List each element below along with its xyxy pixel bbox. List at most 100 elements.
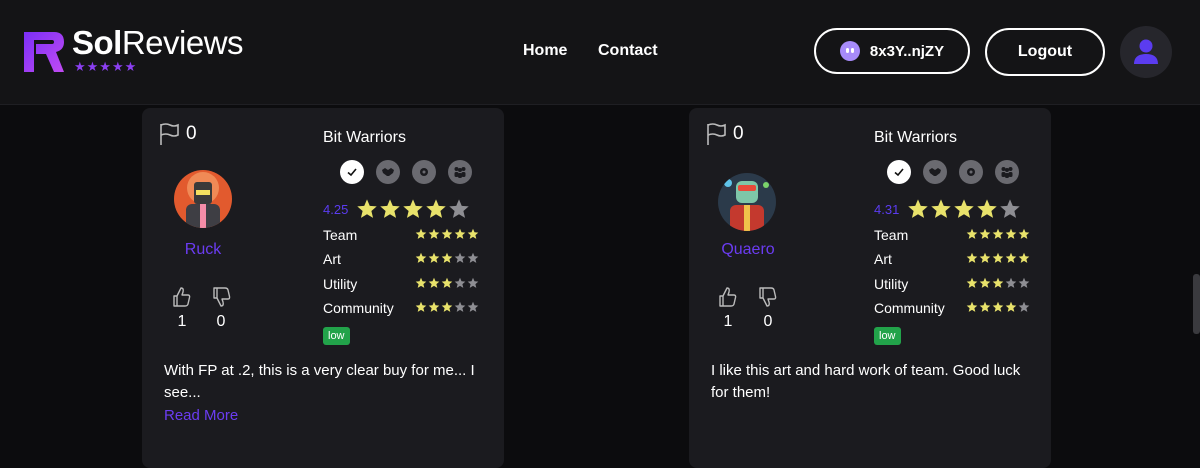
star-icon xyxy=(403,199,424,218)
risk-tag: low xyxy=(874,327,901,345)
star-icon xyxy=(428,277,440,288)
downvote-count: 0 xyxy=(763,313,773,330)
wallet-button[interactable]: 8x3Y..njZY xyxy=(814,28,970,74)
category-row-art: Art xyxy=(874,251,1034,267)
star-icon xyxy=(415,228,427,239)
flag-icon xyxy=(707,123,726,145)
star-icon xyxy=(467,252,479,263)
reviewer-name[interactable]: Ruck xyxy=(142,241,264,259)
category-label: Utility xyxy=(323,276,358,292)
downvote-count: 0 xyxy=(216,313,226,330)
thumbs-up-icon[interactable] xyxy=(172,286,192,308)
star-icon xyxy=(966,277,978,288)
category-label: Utility xyxy=(874,276,909,292)
thumbs-down-icon[interactable] xyxy=(758,286,778,308)
handshake-icon xyxy=(376,160,400,184)
category-row-community: Community xyxy=(874,300,1034,316)
logo-text: SolReviews xyxy=(72,24,244,61)
category-label: Community xyxy=(323,300,394,316)
star-icon xyxy=(467,301,479,312)
category-row-art: Art xyxy=(323,251,483,267)
category-stars xyxy=(966,228,1030,240)
page-scrollbar[interactable] xyxy=(1193,274,1200,334)
star-icon xyxy=(467,228,479,239)
upvote-count: 1 xyxy=(177,313,187,330)
star-icon xyxy=(1018,301,1030,312)
star-icon xyxy=(992,277,1004,288)
star-icon xyxy=(908,199,929,218)
flag-count: 0 xyxy=(733,123,744,144)
star-icon xyxy=(441,228,453,239)
collection-name: Bit Warriors xyxy=(323,129,406,146)
reviewer-name[interactable]: Quaero xyxy=(687,241,809,259)
overall-rating: 4.25 xyxy=(323,198,470,220)
category-stars xyxy=(415,228,479,240)
category-row-utility: Utility xyxy=(874,276,1034,292)
star-icon xyxy=(426,199,447,218)
star-icon xyxy=(992,301,1004,312)
avatar[interactable] xyxy=(174,170,232,228)
star-icon xyxy=(979,301,991,312)
star-icon xyxy=(449,199,470,218)
star-icon xyxy=(979,228,991,239)
nft-avatar-image xyxy=(174,170,232,228)
category-stars xyxy=(415,301,479,313)
category-label: Team xyxy=(323,227,358,243)
nav-contact[interactable]: Contact xyxy=(598,42,658,60)
community-icon xyxy=(995,160,1019,184)
star-icon xyxy=(415,301,427,312)
star-icon xyxy=(454,277,466,288)
star-icon xyxy=(380,199,401,218)
star-icon xyxy=(454,252,466,263)
community-icon xyxy=(448,160,472,184)
solreviews-logo[interactable]: SolReviews ★★★★★ xyxy=(20,24,260,78)
star-icon xyxy=(441,252,453,263)
category-stars xyxy=(966,252,1030,264)
thumbs-down-icon[interactable] xyxy=(212,286,232,308)
overall-score: 4.31 xyxy=(874,201,900,217)
category-label: Team xyxy=(874,227,909,243)
badge-row xyxy=(340,160,472,184)
logout-button[interactable]: Logout xyxy=(985,28,1105,76)
overall-score: 4.25 xyxy=(323,201,349,217)
overall-rating: 4.31 xyxy=(874,198,1021,220)
check-icon xyxy=(340,160,364,184)
report-flag[interactable]: 0 xyxy=(705,122,744,146)
logo-stars: ★★★★★ xyxy=(74,59,138,74)
star-icon xyxy=(1018,228,1030,239)
star-icon xyxy=(979,277,991,288)
review-text: I like this art and hard work of team. G… xyxy=(711,362,1021,401)
check-icon xyxy=(887,160,911,184)
upvote-count: 1 xyxy=(723,313,733,330)
nav-home[interactable]: Home xyxy=(523,42,567,60)
review-text: With FP at .2, this is a very clear buy … xyxy=(164,362,475,401)
star-icon xyxy=(977,199,998,218)
profile-button[interactable] xyxy=(1120,26,1172,78)
flag-icon xyxy=(160,123,179,145)
category-label: Art xyxy=(323,251,341,267)
thumbs-up-icon[interactable] xyxy=(718,286,738,308)
avatar[interactable] xyxy=(718,173,776,231)
badge-row xyxy=(887,160,1019,184)
star-icon xyxy=(428,301,440,312)
user-icon xyxy=(1134,39,1158,64)
flag-count: 0 xyxy=(186,123,197,144)
overall-stars xyxy=(907,198,1021,220)
star-icon xyxy=(467,277,479,288)
star-icon xyxy=(931,199,952,218)
category-stars xyxy=(966,277,1030,289)
star-icon xyxy=(1005,228,1017,239)
star-icon xyxy=(357,199,378,218)
category-stars xyxy=(966,301,1030,313)
wallet-address: 8x3Y..njZY xyxy=(869,42,945,60)
star-icon xyxy=(441,301,453,312)
review-card: 0 Ruck 1 0 Bit Warriors 4.25 Team Art Ut… xyxy=(142,108,504,468)
category-row-team: Team xyxy=(874,227,1034,243)
star-icon xyxy=(1018,252,1030,263)
category-stars xyxy=(415,277,479,289)
gear-icon xyxy=(412,160,436,184)
report-flag[interactable]: 0 xyxy=(158,122,197,146)
read-more-link[interactable]: Read More xyxy=(164,407,238,424)
overall-stars xyxy=(356,198,470,220)
logo-mark-icon xyxy=(24,32,64,72)
